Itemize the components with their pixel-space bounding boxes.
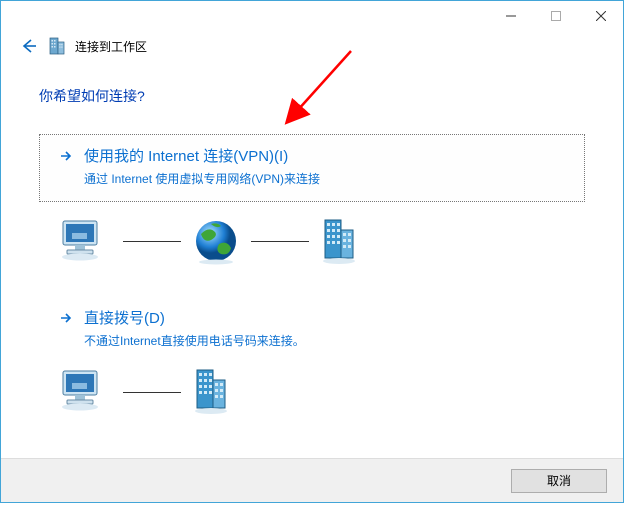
connection-line [123, 241, 181, 242]
server-icon [319, 216, 361, 266]
content-area: 你希望如何连接? 使用我的 Internet 连接(VPN)(I) 通过 Int… [39, 86, 585, 419]
option-dialup-desc: 不通过Internet直接使用电话号码来连接。 [84, 332, 566, 349]
minimize-button[interactable] [488, 1, 533, 31]
computer-icon [57, 217, 113, 265]
connection-line [251, 241, 309, 242]
option-vpn-head: 使用我的 Internet 连接(VPN)(I) [58, 145, 566, 166]
window-title: 连接到工作区 [75, 38, 147, 55]
vpn-illustration [57, 216, 585, 266]
connection-line [123, 392, 181, 393]
page-question: 你希望如何连接? [39, 86, 585, 106]
option-dialup-title: 直接拨号(D) [84, 307, 165, 328]
server-icon [191, 366, 233, 419]
building-icon [47, 36, 67, 56]
header: 连接到工作区 [19, 36, 147, 56]
dialog-window: 连接到工作区 你希望如何连接? 使用我的 Internet 连接(VPN)(I)… [0, 0, 624, 503]
footer: 取消 [1, 458, 623, 502]
close-button[interactable] [578, 1, 623, 31]
option-vpn-title: 使用我的 Internet 连接(VPN)(I) [84, 145, 288, 166]
window-controls [488, 1, 623, 31]
arrow-right-icon [58, 310, 74, 326]
globe-icon [191, 216, 241, 266]
option-dialup-head: 直接拨号(D) [58, 307, 566, 328]
arrow-right-icon [58, 148, 74, 164]
dialup-illustration [57, 366, 585, 419]
cancel-button[interactable]: 取消 [511, 469, 607, 493]
back-button[interactable] [19, 36, 39, 56]
option-vpn[interactable]: 使用我的 Internet 连接(VPN)(I) 通过 Internet 使用虚… [39, 134, 585, 202]
option-dialup[interactable]: 直接拨号(D) 不通过Internet直接使用电话号码来连接。 [39, 296, 585, 354]
maximize-button[interactable] [533, 1, 578, 31]
computer-icon [57, 367, 113, 418]
option-vpn-desc: 通过 Internet 使用虚拟专用网络(VPN)来连接 [84, 170, 566, 187]
